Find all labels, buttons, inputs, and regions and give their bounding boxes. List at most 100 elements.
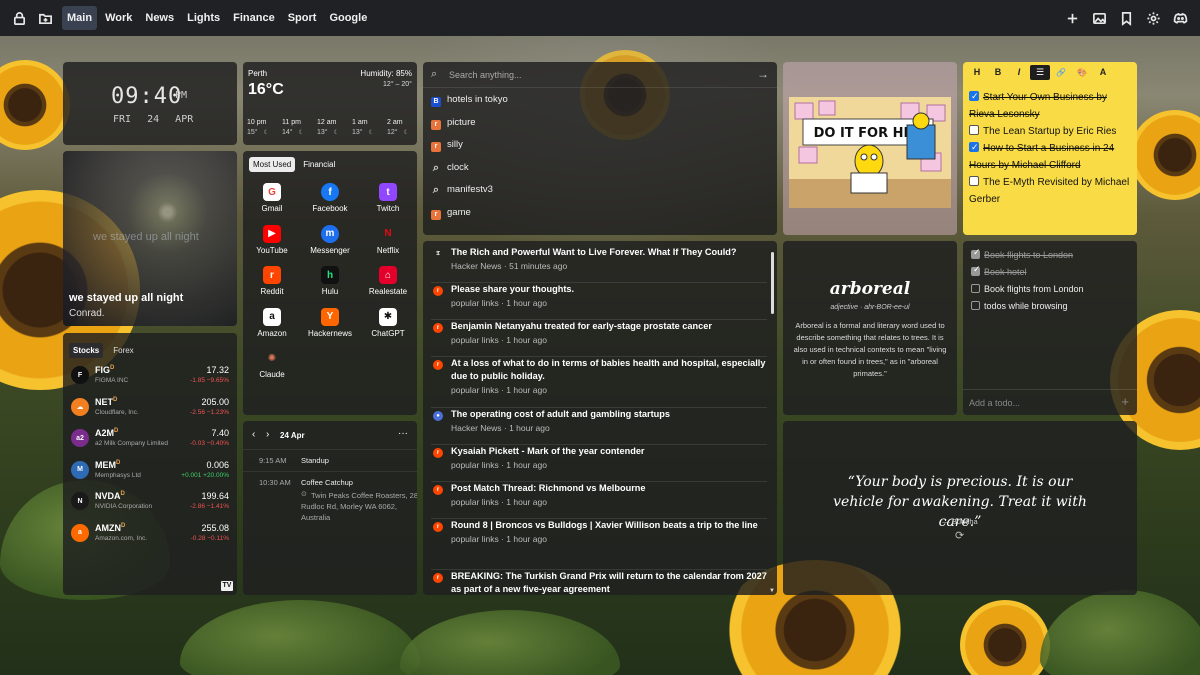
news-meta: popular links · 1 hour ago xyxy=(451,335,547,345)
plus-icon[interactable]: + xyxy=(1121,394,1129,409)
news-item[interactable]: r Benjamin Netanyahu treated for early-st… xyxy=(431,320,767,357)
scroll-down-icon[interactable]: ▼ xyxy=(769,588,775,594)
shortcut-reddit[interactable]: r Reddit xyxy=(247,266,297,296)
news-item[interactable]: 𝕿 The Rich and Powerful Want to Live Fore… xyxy=(431,246,767,283)
bookmark-icon[interactable] xyxy=(1113,5,1140,31)
news-item[interactable]: r At a loss of what to do in terms of bab… xyxy=(431,357,767,408)
tab-work[interactable]: Work xyxy=(100,6,137,30)
shortcut-realestate[interactable]: ⌂ Realestate xyxy=(363,266,413,296)
shortcut-amazon[interactable]: a Amazon xyxy=(247,307,297,338)
search-suggestion[interactable]: r silly xyxy=(431,139,463,152)
checkbox[interactable] xyxy=(971,247,981,259)
search-input[interactable]: Search anything... xyxy=(449,70,522,80)
gear-icon[interactable] xyxy=(1140,5,1167,31)
clock-date: FRI 24 APR xyxy=(113,114,193,125)
search-suggestion[interactable]: ⌕ clock xyxy=(431,162,469,174)
weather-hour-time: 2 am xyxy=(387,119,403,126)
news-item[interactable]: r Round 8 | Broncos vs Bulldogs | Xavier … xyxy=(431,519,767,570)
plus-icon[interactable] xyxy=(1059,5,1086,31)
tab-finance[interactable]: Finance xyxy=(228,6,280,30)
add-todo-input[interactable]: Add a todo... xyxy=(969,398,1020,408)
discord-icon[interactable] xyxy=(1167,5,1194,31)
tab-stocks[interactable]: Stocks xyxy=(69,343,104,358)
checkbox[interactable] xyxy=(971,301,980,310)
color-button[interactable]: 🎨 xyxy=(1072,65,1092,80)
chevron-left-icon[interactable]: ‹ xyxy=(252,429,255,440)
note-checklist-item[interactable]: How to Start a Business in 24 Hours by M… xyxy=(969,139,1134,174)
calendar-event[interactable]: 10:30 AM Coffee Catchup ⊙ Twin Peaks Cof… xyxy=(243,471,417,531)
stock-symbol: A2MD xyxy=(95,428,118,438)
shortcut-hulu[interactable]: h Hulu xyxy=(305,266,355,296)
tab-google[interactable]: Google xyxy=(324,6,372,30)
add-folder-icon[interactable] xyxy=(32,5,58,31)
search-suggestion[interactable]: r game xyxy=(431,207,471,220)
news-scrollbar[interactable] xyxy=(771,246,774,590)
news-item[interactable]: r Kysaiah Pickett - Mark of the year cont… xyxy=(431,445,767,482)
shortcut-claude[interactable]: ✺ Claude xyxy=(247,349,297,380)
image-icon[interactable] xyxy=(1086,5,1113,31)
more-options-icon[interactable]: ··· xyxy=(398,428,408,439)
checkbox[interactable] xyxy=(969,139,979,156)
checkbox[interactable] xyxy=(971,264,981,276)
note-checklist-item[interactable]: Start Your Own Business by Rieva Lesonsk… xyxy=(969,88,1134,123)
shortcut-chatgpt[interactable]: ✱ ChatGPT xyxy=(363,307,413,338)
note-item-text: The E-Myth Revisited by Michael Gerber xyxy=(969,177,1130,205)
todo-item[interactable]: Book flights from London xyxy=(971,284,1084,294)
stock-row[interactable]: F FIGD FIGMA INC 17.32 -1.85 −9.65% xyxy=(69,363,229,389)
bold-button[interactable]: B xyxy=(988,65,1008,80)
shortcut-facebook[interactable]: f Facebook xyxy=(305,183,355,213)
todo-item[interactable]: todos while browsing xyxy=(971,301,1068,311)
checkbox[interactable] xyxy=(969,125,979,135)
note-checklist-item[interactable]: The Lean Startup by Eric Ries xyxy=(969,123,1134,140)
chevron-right-icon[interactable]: › xyxy=(266,429,269,440)
news-item[interactable]: r Please share your thoughts. popular link… xyxy=(431,283,767,320)
stock-row[interactable]: N NVDAD NVIDIA Corporation 199.64 -2.86 −1.4… xyxy=(69,489,229,515)
stock-row[interactable]: a AMZND Amazon.com, Inc. 255.08 -0.28 −0.11% xyxy=(69,521,229,547)
search-suggestion[interactable]: ⌕ manifestv3 xyxy=(431,184,493,196)
tab-forex[interactable]: Forex xyxy=(109,343,137,358)
tab-lights[interactable]: Lights xyxy=(182,6,225,30)
scrollbar-thumb[interactable] xyxy=(771,252,774,314)
shortcut-youtube[interactable]: ▶ YouTube xyxy=(247,224,297,255)
checkbox[interactable] xyxy=(969,176,979,186)
stock-row[interactable]: ☁ NETD Cloudflare, Inc. 205.00 -2.56 −1.23% xyxy=(69,395,229,421)
stock-row[interactable]: a2 A2MD a2 Milk Company Limited 7.40 -0.03 −… xyxy=(69,426,229,452)
lock-icon[interactable] xyxy=(6,5,32,31)
tab-main[interactable]: Main xyxy=(62,6,98,30)
arrow-right-icon[interactable]: → xyxy=(757,67,769,81)
list-button[interactable]: ☰ xyxy=(1030,65,1050,80)
shortcut-twitch[interactable]: t Twitch xyxy=(363,183,413,213)
image-widget[interactable]: DO IT FOR HER xyxy=(783,62,957,235)
todo-item[interactable]: Book hotel xyxy=(971,264,1027,277)
search-suggestion[interactable]: Bhotels in tokyo xyxy=(431,94,508,107)
todo-item[interactable]: Book flights to London xyxy=(971,247,1073,260)
tab-financial[interactable]: Financial xyxy=(299,157,339,172)
link-button[interactable]: 🔗 xyxy=(1051,65,1071,80)
refresh-icon[interactable]: ⟳ xyxy=(955,529,964,542)
shortcut-netflix[interactable]: N Netflix xyxy=(363,225,413,255)
italic-button[interactable]: I xyxy=(1009,65,1029,80)
checkbox[interactable] xyxy=(971,284,980,293)
stock-price: 0.006 xyxy=(206,459,229,470)
news-item[interactable]: ● The operating cost of adult and gamblin… xyxy=(431,408,767,445)
stock-row[interactable]: M MEMD Memphasys Ltd 0.006 +0.001 +20.00% xyxy=(69,458,229,484)
tab-sport[interactable]: Sport xyxy=(283,6,322,30)
note-checklist-item[interactable]: The E-Myth Revisited by Michael Gerber xyxy=(969,174,1134,208)
calendar-event[interactable]: 9:15 AM Standup xyxy=(243,449,417,471)
shortcut-hackernews[interactable]: Y Hackernews xyxy=(305,307,355,338)
weather-widget[interactable]: Perth 16°C Humidity: 85% 12° – 20° 10 pm… xyxy=(243,62,417,145)
search-suggestion[interactable]: r picture xyxy=(431,117,476,130)
todo-item-text: todos while browsing xyxy=(984,301,1068,311)
news-item[interactable]: r Post Match Thread: Richmond vs Melbourn… xyxy=(431,482,767,519)
news-item[interactable]: r BREAKING: The Turkish Grand Prix will r… xyxy=(431,570,767,595)
tab-most-used[interactable]: Most Used xyxy=(249,157,296,172)
tab-news[interactable]: News xyxy=(140,6,179,30)
shortcut-messenger[interactable]: m Messenger xyxy=(305,224,355,255)
music-widget[interactable]: we stayed up all night we stayed up all … xyxy=(63,151,237,326)
shortcut-gmail[interactable]: G Gmail xyxy=(247,183,297,213)
font-button[interactable]: A xyxy=(1093,65,1113,80)
search-bar[interactable]: ⌕ Search anything... → xyxy=(423,62,777,88)
tradingview-logo-icon[interactable]: TV xyxy=(221,581,233,591)
heading-button[interactable]: H xyxy=(967,65,987,80)
checkbox[interactable] xyxy=(969,88,979,105)
